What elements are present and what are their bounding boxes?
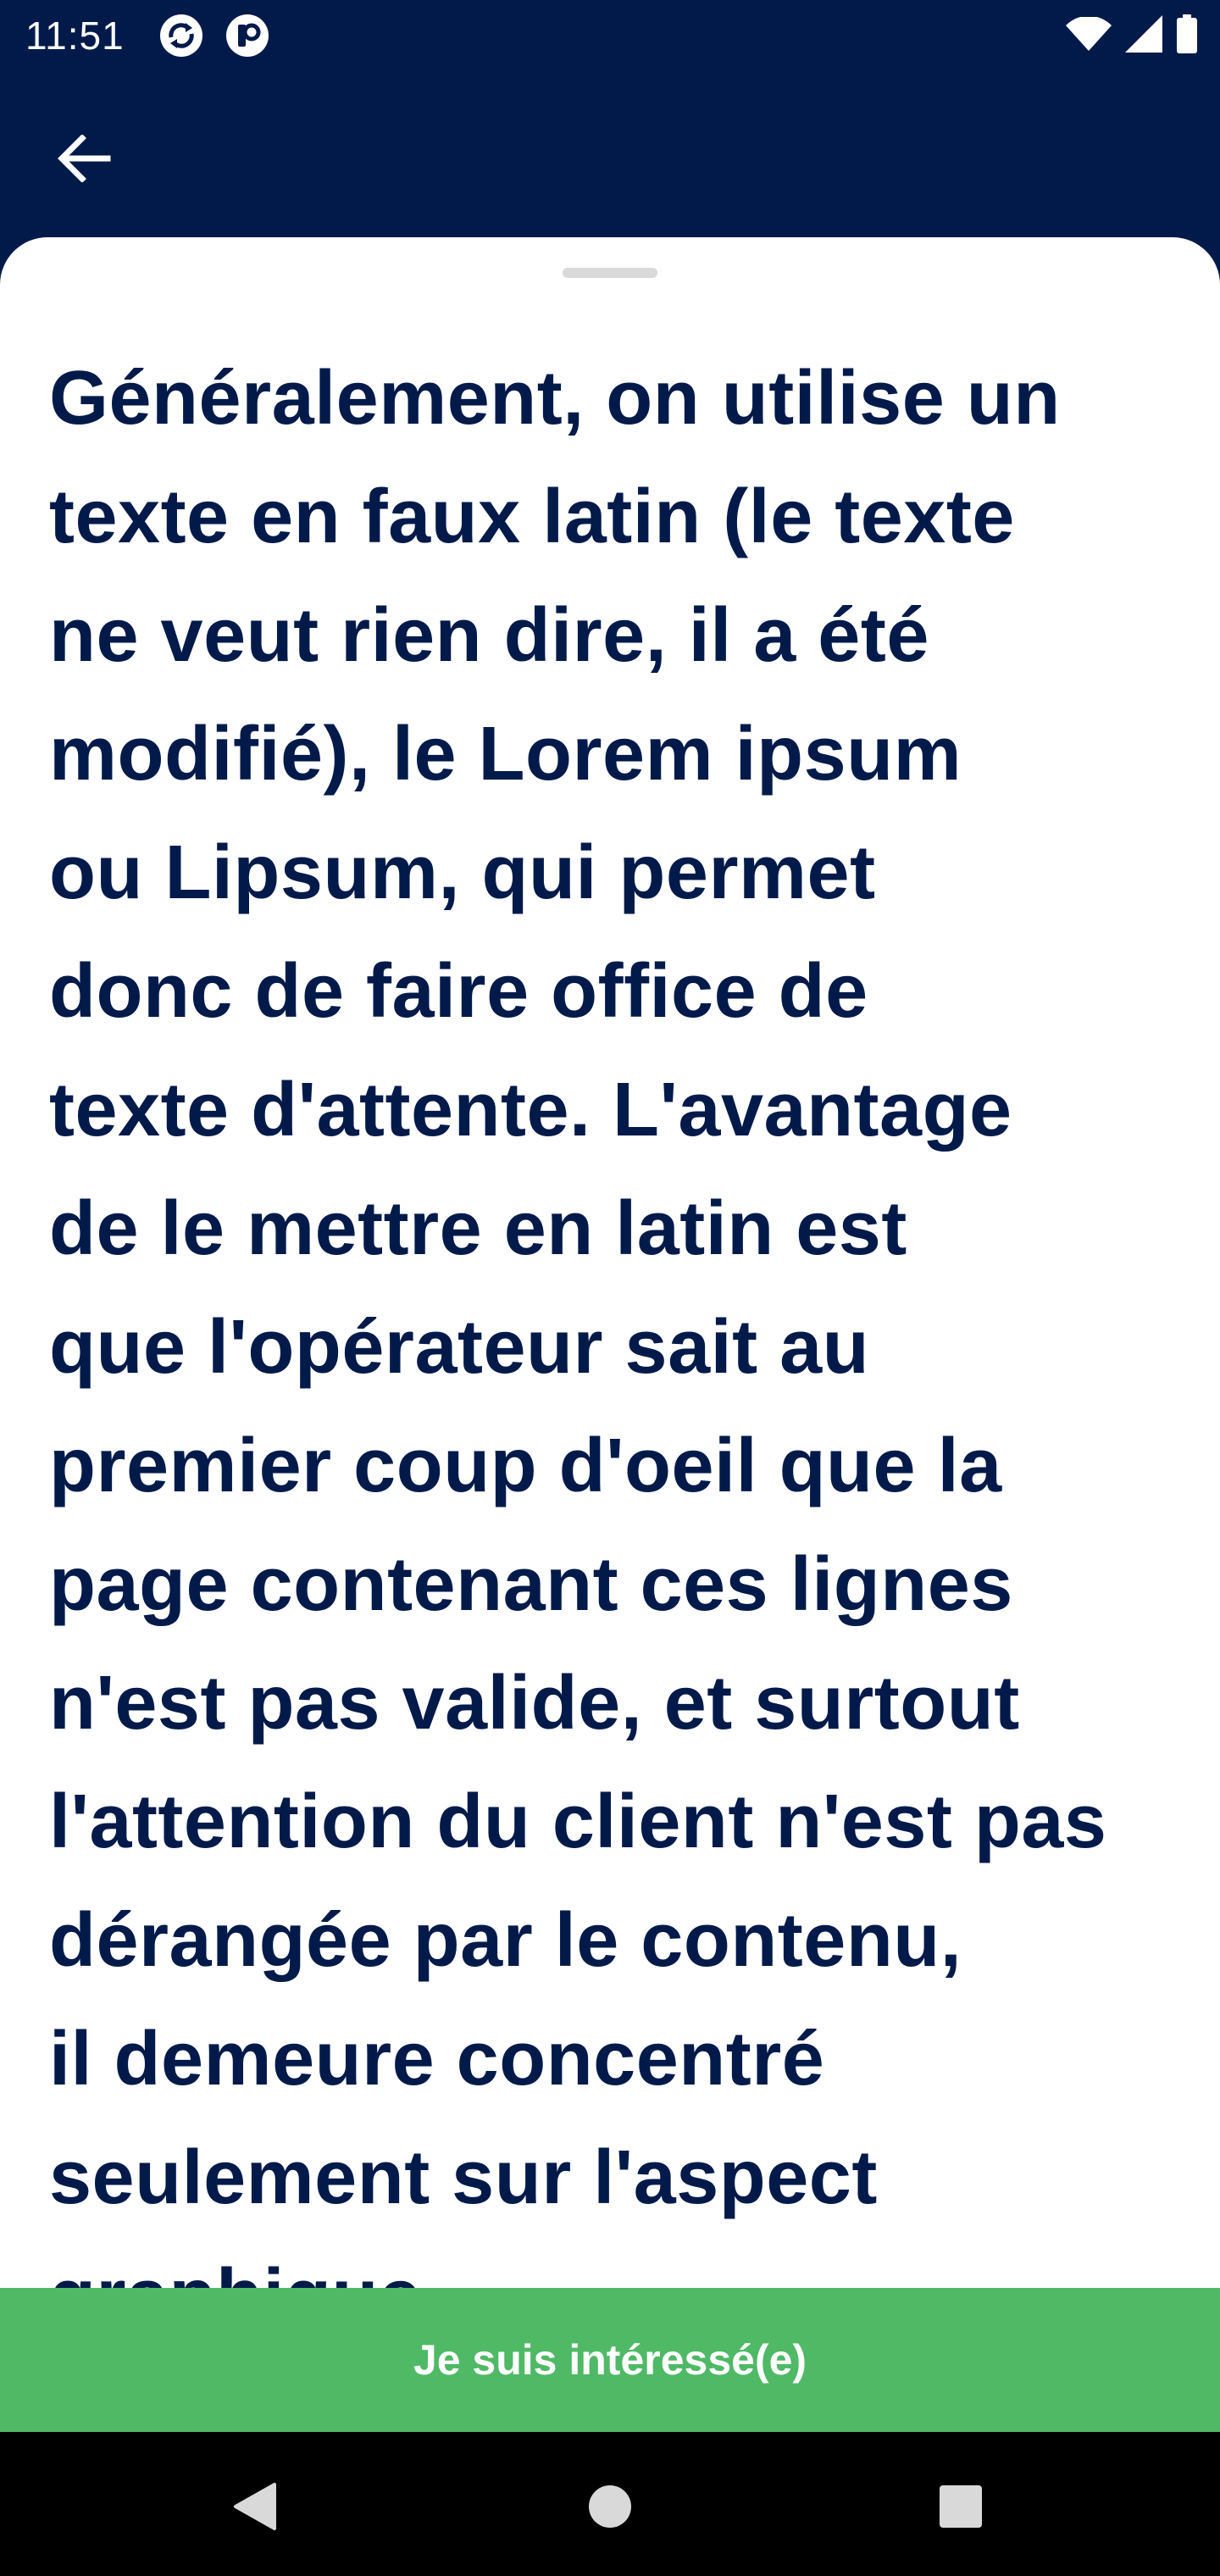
drag-handle[interactable] [563,268,657,278]
back-button[interactable] [46,122,122,198]
text-line: l'attention du client n'est pas [49,1779,1107,1864]
text-line: donc de faire office de [49,949,868,1034]
description-text: Généralement, on utilise un texte en fau… [49,339,1184,2288]
nav-recents-button[interactable] [927,2474,995,2542]
text-line: n'est pas valide, et surtout [49,1661,1020,1746]
app-bar [0,71,1220,241]
text-line: texte d'attente. L'avantage [49,1068,1012,1152]
text-line: il demeure concentré [49,2017,825,2101]
cellular-signal-icon [1125,14,1162,57]
text-line: Généralement, on utilise un [49,356,1061,441]
text-line: dérangée par le contenu, [49,1898,962,1983]
status-bar: 11:51 [0,0,1220,71]
battery-icon [1176,14,1198,58]
nav-home-button[interactable] [576,2474,644,2542]
text-line: page contenant ces lignes [49,1542,1013,1627]
nav-back-icon [230,2481,278,2536]
status-right-icons [1066,14,1198,58]
text-line: que l'opérateur sait au [49,1305,870,1390]
interested-button[interactable]: Je suis intéressé(e) [0,2288,1220,2432]
notification-app-icon [225,14,269,58]
status-time: 11:51 [25,14,125,58]
text-line: modifié), le Lorem ipsum [49,712,962,797]
sync-app-icon [159,14,203,58]
nav-home-icon [587,2484,633,2534]
nav-back-button[interactable] [220,2474,288,2542]
wifi-icon [1066,15,1112,55]
text-line: ne veut rien dire, il a été [49,593,929,678]
text-line: premier coup d'oeil que la [49,1424,1002,1508]
system-nav-bar [0,2432,1220,2576]
nav-recents-icon [938,2484,984,2534]
arrow-left-icon [57,133,111,186]
text-line: graphique. [49,2237,1184,2288]
text-line: de le mettre en latin est [49,1186,907,1271]
content-sheet[interactable]: Généralement, on utilise un texte en fau… [0,237,1220,2288]
text-line: seulement sur l'aspect [49,2135,878,2220]
text-line: ou Lipsum, qui permet [49,830,876,915]
text-line: texte en faux latin (le texte [49,475,1015,559]
